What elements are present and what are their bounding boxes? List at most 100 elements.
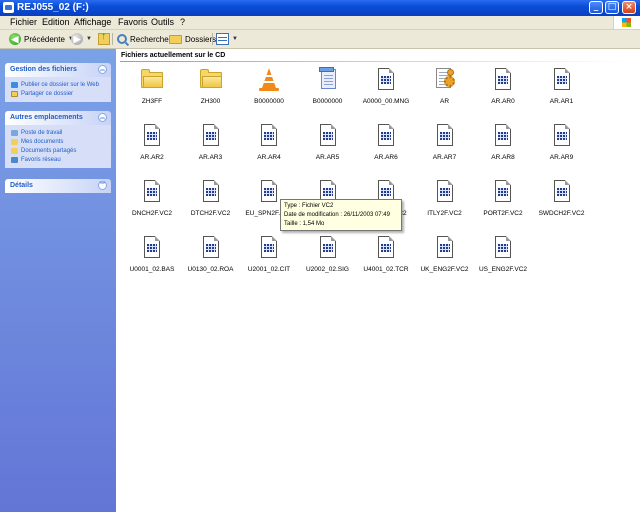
chevron-down-icon[interactable]: ▼ [232, 36, 238, 42]
file-icon [199, 122, 223, 152]
menu-edition[interactable]: Edition [42, 17, 70, 27]
file-item[interactable]: U4001_02.TCR [357, 234, 415, 284]
file-item[interactable]: AR.AR5 [299, 122, 357, 172]
file-item[interactable]: U0001_02.BAS [123, 234, 181, 284]
chevron-down-icon[interactable]: ▼ [86, 36, 92, 42]
file-name: B0000000 [312, 98, 343, 105]
minimize-button[interactable]: _ [589, 1, 603, 14]
menu-outils[interactable]: Outils [151, 17, 174, 27]
file-item[interactable]: DTCH2F.VC2 [182, 178, 240, 228]
file-icon [491, 234, 515, 264]
file-item[interactable]: DNCH2F.VC2 [123, 178, 181, 228]
place-my-documents[interactable]: Mes documents [11, 137, 107, 146]
file-item[interactable]: ZH300 [182, 66, 240, 116]
file-item[interactable]: U0130_02.ROA [182, 234, 240, 284]
file-item[interactable]: B0000000 [240, 66, 298, 116]
file-name: AR.AR1 [549, 98, 574, 105]
search-button[interactable]: Rechercher [117, 32, 171, 46]
file-item[interactable]: AR.AR8 [474, 122, 532, 172]
file-name: PORT2F.VC2 [483, 210, 523, 217]
file-item[interactable]: B0000000 [299, 66, 357, 116]
forward-button[interactable]: ▶ ▼ [71, 32, 92, 46]
task-share-folder[interactable]: Partager ce dossier [11, 89, 107, 98]
details-panel: Détails ︾ [5, 179, 111, 193]
panel-title: Autres emplacements [10, 114, 83, 121]
tooltip-size: Taille : 1,54 Mo [284, 221, 325, 227]
file-item[interactable]: A0000_00.MNG [357, 66, 415, 116]
folder-up-icon [98, 31, 110, 45]
file-item[interactable]: AR.AR1 [533, 66, 591, 116]
up-folder-button[interactable] [98, 31, 110, 46]
views-icon [216, 33, 229, 45]
file-name: B0000000 [254, 98, 284, 105]
place-my-computer[interactable]: Poste de travail [11, 128, 107, 137]
file-icon [199, 234, 223, 264]
task-publish-web[interactable]: Publier ce dossier sur le Web [11, 80, 107, 89]
file-item[interactable]: AR.AR3 [182, 122, 240, 172]
file-icon [491, 178, 515, 208]
file-icon [257, 234, 281, 264]
file-item[interactable]: AR.AR0 [474, 66, 532, 116]
task-label: Partager ce dossier [21, 90, 74, 97]
place-label: Favoris réseau [21, 156, 61, 163]
file-item[interactable]: AR.AR7 [416, 122, 474, 172]
collapse-icon[interactable]: ︽ [98, 65, 107, 74]
file-item[interactable]: PORT2F.VC2 [474, 178, 532, 228]
panel-header[interactable]: Détails ︾ [5, 179, 111, 193]
file-item[interactable]: AR.AR2 [123, 122, 181, 172]
file-name: AR.AR5 [315, 154, 340, 161]
share-folder-icon [11, 90, 18, 97]
file-name: U0001_02.BAS [129, 266, 175, 273]
file-item[interactable]: US_ENG2F.VC2 [474, 234, 532, 284]
menu-favoris[interactable]: Favoris [118, 17, 148, 27]
file-item[interactable]: ITLY2F.VC2 [416, 178, 474, 228]
file-icon [491, 122, 515, 152]
file-item[interactable]: UK_ENG2F.VC2 [416, 234, 474, 284]
file-name: ZH300 [200, 98, 221, 105]
close-button[interactable]: × [622, 1, 636, 14]
drive-icon [3, 2, 14, 13]
file-icon [550, 178, 574, 208]
place-network[interactable]: Favoris réseau [11, 155, 107, 164]
folders-button[interactable]: Dossiers [169, 32, 216, 46]
views-button[interactable]: ▼ [216, 32, 238, 46]
menu-help[interactable]: ? [180, 17, 185, 27]
file-item[interactable]: U2002_02.SIG [299, 234, 357, 284]
maximize-button[interactable]: □ [605, 1, 619, 14]
back-button[interactable]: ◀ Précédente ▼ [9, 32, 74, 46]
file-icon [257, 178, 281, 208]
expand-icon[interactable]: ︾ [98, 181, 107, 190]
menu-affichage[interactable]: Affichage [74, 17, 111, 27]
panel-title: Détails [10, 182, 33, 189]
place-label: Mes documents [21, 138, 64, 145]
menu-fichier[interactable]: Fichier [10, 17, 37, 27]
file-item[interactable]: AR [416, 66, 474, 116]
file-icon [316, 234, 340, 264]
file-item[interactable]: U2001_02.CIT [240, 234, 298, 284]
file-item[interactable]: AR.AR4 [240, 122, 298, 172]
file-name: DTCH2F.VC2 [190, 210, 231, 217]
file-item[interactable]: AR.AR6 [357, 122, 415, 172]
file-name: ZH3FF [141, 98, 163, 105]
collapse-icon[interactable]: ︽ [98, 113, 107, 122]
place-shared-documents[interactable]: Documents partagés [11, 146, 107, 155]
file-item[interactable]: AR.AR9 [533, 122, 591, 172]
vlc-icon [257, 66, 281, 96]
panel-header[interactable]: Gestion des fichiers ︽ [5, 63, 111, 77]
group-header: Fichiers actuellement sur le CD [121, 52, 226, 59]
file-name: U2001_02.CIT [247, 266, 291, 273]
toolbar-separator [112, 33, 113, 45]
file-item[interactable]: ZH3FF [123, 66, 181, 116]
file-name: SWDCH2F.VC2 [538, 210, 585, 217]
file-view: Fichiers actuellement sur le CD ZH3FF ZH3… [116, 49, 640, 512]
file-name: U0130_02.ROA [187, 266, 234, 273]
folder-icon [169, 34, 182, 44]
documents-folder-icon [11, 138, 18, 145]
file-name: AR.AR7 [432, 154, 457, 161]
file-tooltip: Type : Fichier VC2 Date de modification … [280, 199, 402, 231]
panel-header[interactable]: Autres emplacements ︽ [5, 111, 111, 125]
file-icon [199, 178, 223, 208]
file-item[interactable]: SWDCH2F.VC2 [533, 178, 591, 228]
file-icon [257, 122, 281, 152]
file-icon [140, 122, 164, 152]
